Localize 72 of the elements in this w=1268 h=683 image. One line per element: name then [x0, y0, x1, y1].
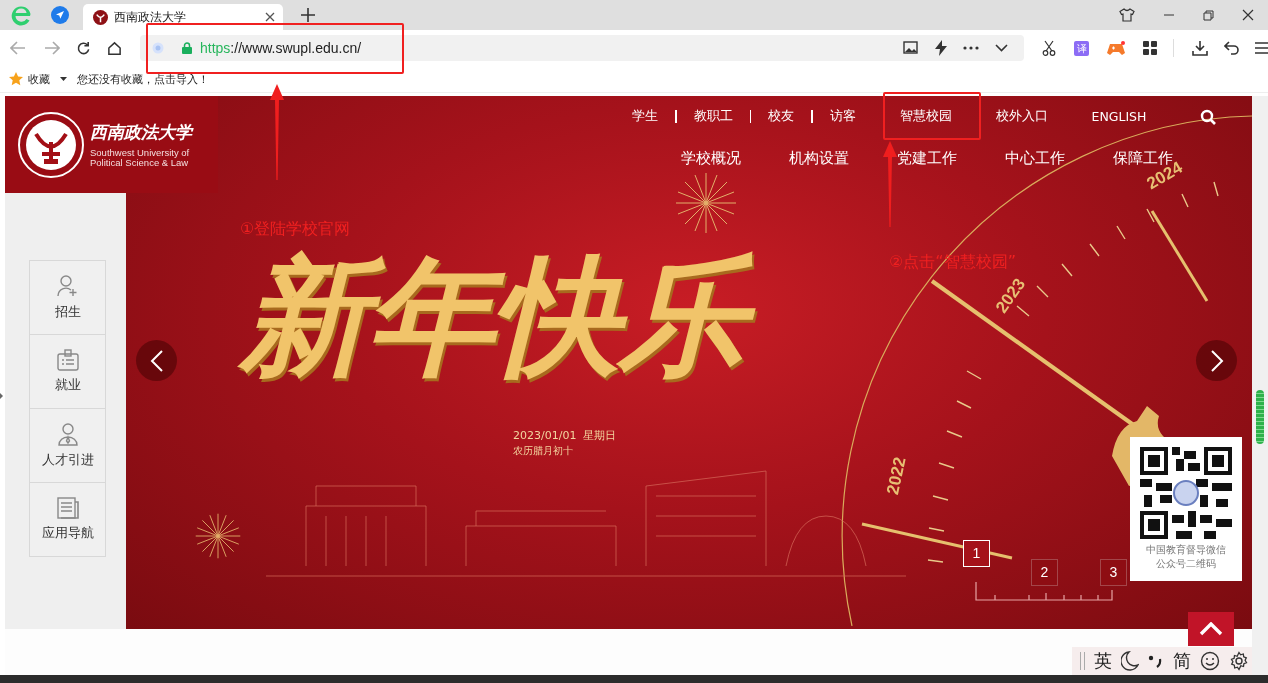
side-handle-icon[interactable]	[0, 392, 3, 399]
top-link[interactable]: 智慧校园	[899, 108, 952, 125]
lightning-icon[interactable]	[935, 40, 948, 56]
scissors-icon[interactable]	[1042, 40, 1057, 56]
settings-icon[interactable]	[1229, 651, 1249, 671]
lunar-date: 农历腊月初十	[513, 445, 574, 458]
previous-slide-button[interactable]	[136, 340, 177, 381]
reload-icon[interactable]	[76, 40, 91, 56]
university-emblem-icon	[18, 111, 84, 178]
browser-tab[interactable]: 西南政法大学	[83, 4, 283, 30]
main-nav-item[interactable]: 机构设置	[789, 149, 849, 168]
top-link[interactable]: 校友	[768, 108, 794, 125]
bookmarks-button[interactable]: 收藏	[28, 71, 50, 87]
chevron-right-icon	[1209, 348, 1224, 373]
qr-caption: 中国教育督导微信 公众号二维码	[1146, 543, 1226, 571]
chevron-left-icon	[149, 348, 164, 373]
chevron-up-icon	[1199, 622, 1223, 636]
top-link[interactable]: 校外入口	[995, 108, 1048, 125]
id-badge-icon	[56, 349, 79, 371]
shirt-icon[interactable]	[1119, 8, 1135, 22]
add-user-icon	[56, 274, 79, 298]
undo-icon[interactable]	[1224, 41, 1239, 55]
send-icon[interactable]	[51, 6, 69, 24]
image-icon[interactable]	[903, 41, 920, 55]
menu-icon[interactable]	[1255, 42, 1268, 54]
university-english-name: Southwest University of Political Science & Law	[90, 148, 191, 168]
next-slide-button[interactable]	[1196, 340, 1237, 381]
top-link[interactable]: ENGLISH	[1091, 109, 1147, 124]
university-emblem-icon	[93, 9, 108, 25]
bookmarks-import-link[interactable]: 您还没有收藏，点击导入！	[77, 71, 209, 87]
top-link[interactable]: 教职工	[693, 108, 733, 125]
language-toggle[interactable]: 英	[1094, 649, 1112, 673]
qr-code-icon	[1140, 447, 1232, 539]
top-link[interactable]: 访客	[829, 108, 856, 125]
shield-icon	[152, 42, 164, 54]
search-icon[interactable]	[1200, 108, 1217, 125]
back-to-top-button[interactable]	[1188, 612, 1234, 646]
translate-button[interactable]: 译	[1074, 40, 1089, 56]
close-window-icon[interactable]	[1242, 9, 1254, 21]
lock-icon	[182, 42, 192, 54]
punctuation-icon[interactable]	[1148, 653, 1164, 669]
smiley-icon[interactable]	[1200, 651, 1220, 671]
main-nav-item[interactable]: 党建工作	[897, 149, 957, 168]
url-text: https://www.swupl.edu.cn/	[200, 40, 362, 56]
slide-page-button[interactable]: 3	[1100, 559, 1127, 586]
tab-title: 西南政法大学	[114, 9, 187, 25]
restore-icon[interactable]	[1203, 9, 1214, 21]
logo-panel[interactable]: 西南政法大学 Southwest University of Political Science & Law	[5, 96, 218, 193]
slide-page-button[interactable]: 1	[963, 540, 990, 567]
person-icon	[56, 422, 79, 446]
main-nav-item[interactable]: 学校概况	[681, 149, 741, 168]
more-icon[interactable]	[963, 46, 980, 50]
close-icon[interactable]	[265, 12, 275, 22]
script-toggle[interactable]: 简	[1173, 649, 1191, 673]
apps-grid-icon[interactable]	[1143, 41, 1157, 55]
moon-icon[interactable]	[1121, 651, 1139, 671]
banner-date: 2023/01/01 星期日	[513, 428, 617, 443]
chevron-down-icon[interactable]	[995, 44, 1009, 52]
download-icon[interactable]	[1192, 40, 1208, 56]
address-bar[interactable]: https://www.swupl.edu.cn/	[140, 35, 1025, 61]
caret-icon[interactable]	[60, 77, 67, 81]
gamepad-icon[interactable]	[1107, 40, 1125, 56]
star-icon	[9, 72, 23, 86]
top-link[interactable]: 学生	[632, 108, 658, 125]
slide-page-button[interactable]: 2	[1031, 559, 1058, 586]
home-icon[interactable]	[107, 40, 122, 56]
year-label: 2022	[883, 455, 911, 497]
new-tab-icon[interactable]	[301, 8, 315, 22]
university-name: 西南政法大学	[90, 121, 192, 144]
annotation-text: ②点击“智慧校园”	[889, 252, 1016, 273]
main-nav-item[interactable]: 中心工作	[1005, 149, 1065, 168]
document-icon	[56, 497, 79, 519]
